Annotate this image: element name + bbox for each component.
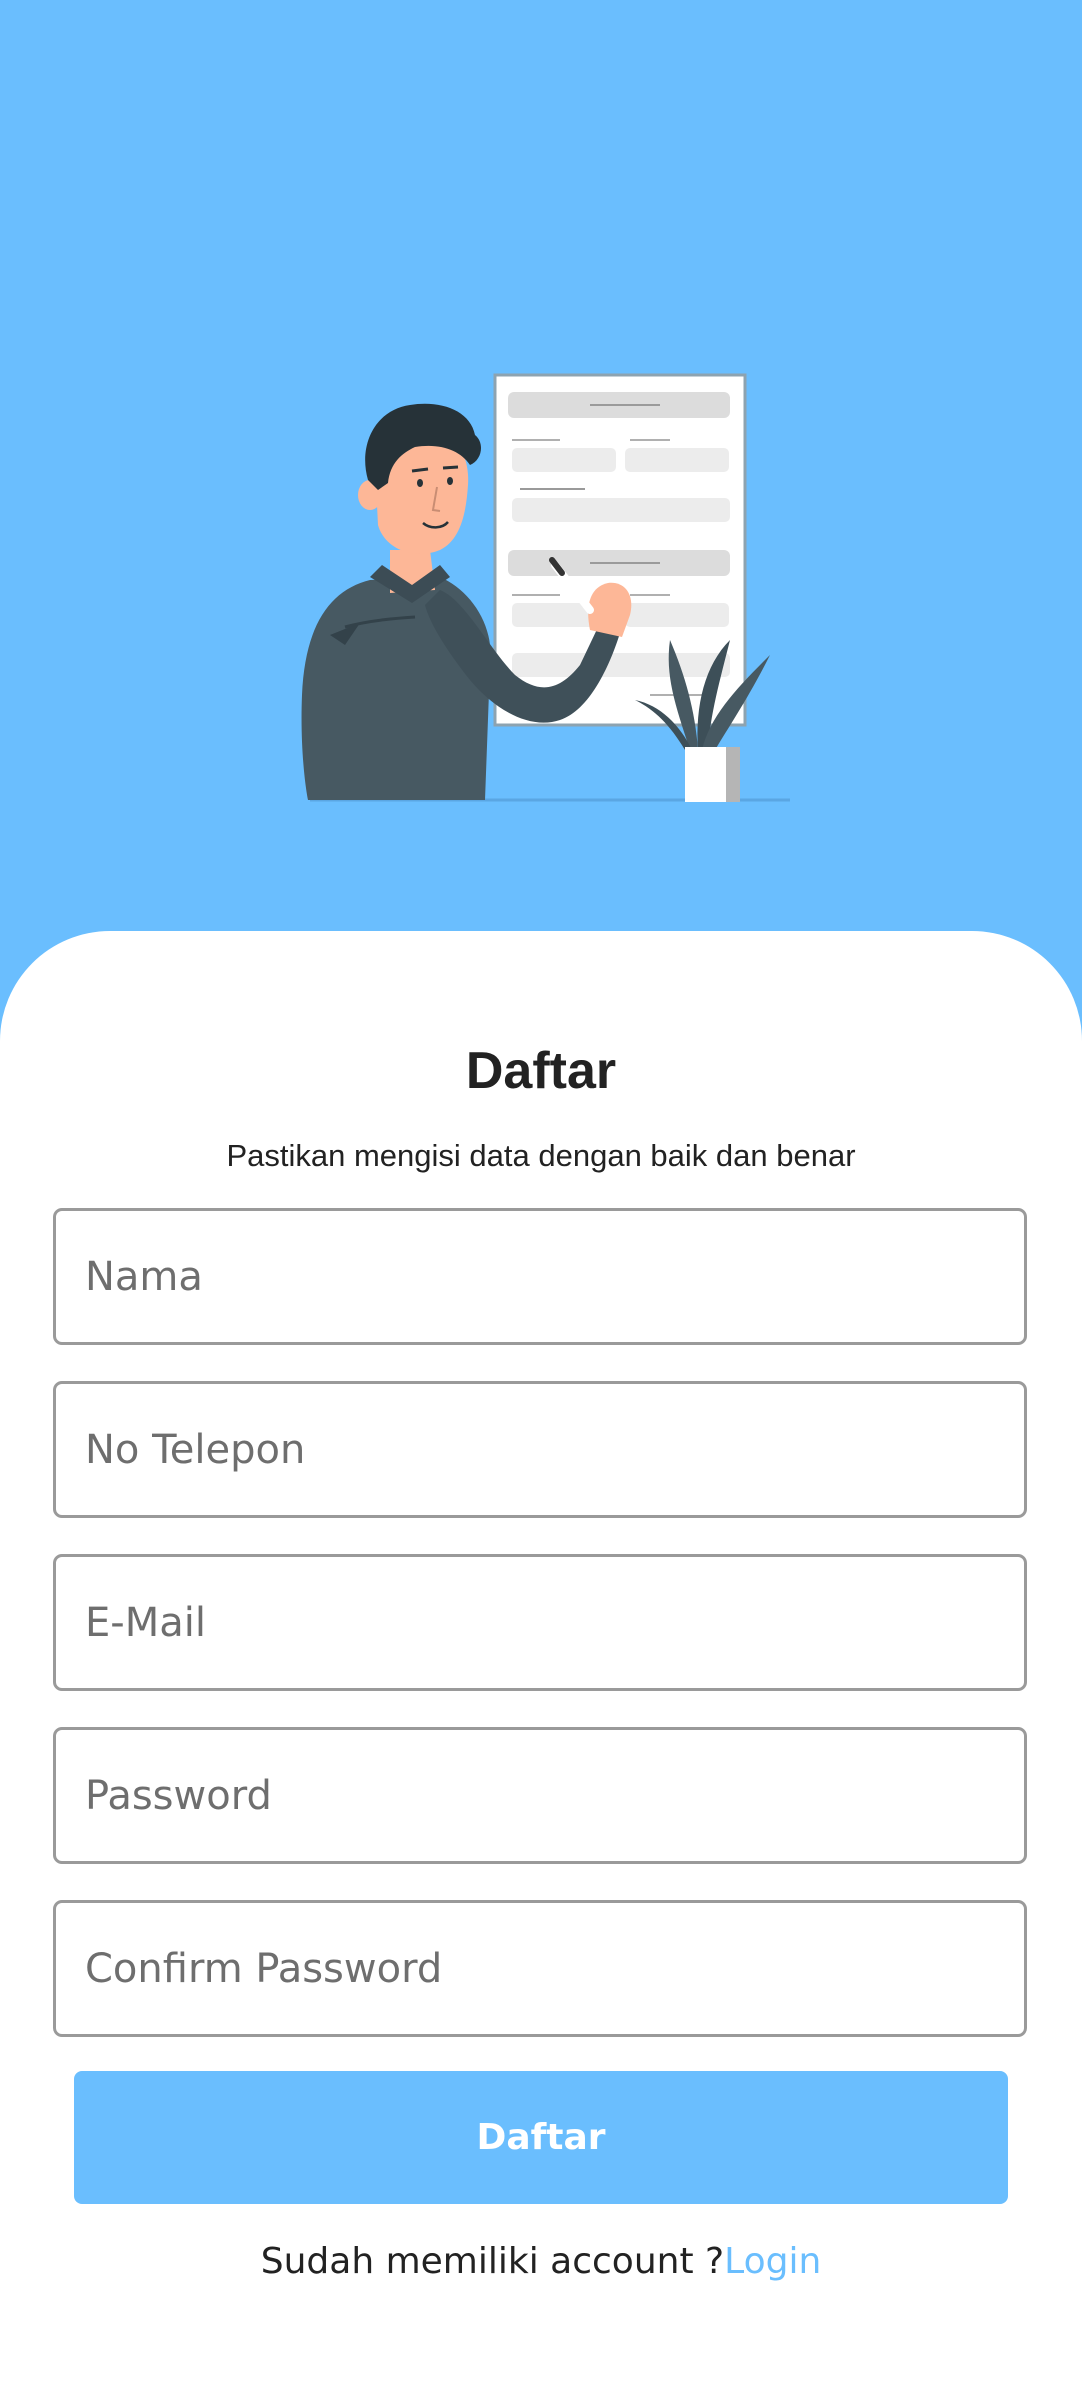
login-link[interactable]: Login — [724, 2241, 821, 2282]
email-input[interactable] — [53, 1554, 1027, 1691]
page-title: Daftar — [465, 1042, 617, 1100]
page-subtitle: Pastikan mengisi data dengan baik dan be… — [226, 1138, 856, 1173]
login-prompt-text: Sudah memiliki account ? — [260, 2241, 725, 2282]
name-input[interactable] — [53, 1208, 1027, 1345]
register-button[interactable]: Daftar — [74, 2071, 1008, 2204]
phone-input[interactable] — [53, 1381, 1027, 1518]
person-signing-form-illustration — [301, 373, 790, 802]
login-prompt: Sudah memiliki account ?Login — [0, 2238, 1082, 2286]
password-input[interactable] — [53, 1727, 1027, 1864]
confirm-password-input[interactable] — [53, 1900, 1027, 2037]
